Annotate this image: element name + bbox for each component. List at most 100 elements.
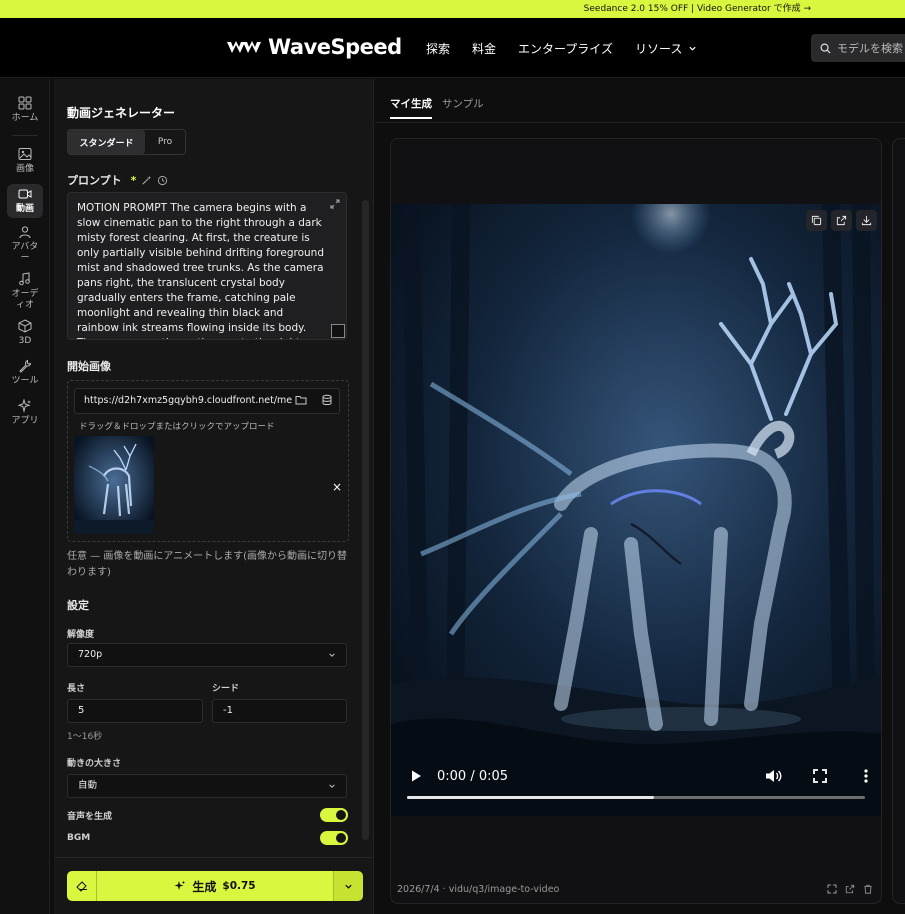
rail-item-home[interactable]: ホーム xyxy=(0,93,50,127)
video-frame xyxy=(391,204,881,816)
rail-image-label: 画像 xyxy=(15,164,34,174)
nav-enterprise[interactable]: エンタープライズ xyxy=(518,40,613,57)
length-input[interactable]: 5 xyxy=(67,699,203,723)
model-search-input[interactable]: モデルを検索 xyxy=(811,34,905,62)
tabs-divider xyxy=(375,122,905,123)
folder-icon[interactable] xyxy=(295,394,307,406)
generation-meta: 2026/7/4 · vidu/q3/image-to-video xyxy=(397,884,560,895)
generate-options-button[interactable] xyxy=(333,871,363,901)
chevron-down-icon xyxy=(329,653,335,657)
generate-price: $0.75 xyxy=(222,880,256,892)
motion-value: 自動 xyxy=(78,780,98,791)
url-field-actions xyxy=(295,394,333,406)
nav-pricing-label: 料金 xyxy=(472,42,497,56)
resize-handle[interactable] xyxy=(331,324,345,338)
volume-icon[interactable] xyxy=(765,768,783,784)
nav-pricing[interactable]: 料金 xyxy=(472,40,496,57)
rail-item-audio[interactable]: オーディオ xyxy=(0,269,50,314)
nav-resources-label: リソース xyxy=(634,42,683,56)
remove-image-button[interactable]: × xyxy=(332,480,342,494)
image-url-input[interactable]: https://d2h7xmz5gqybh9.cloudfront.net/me xyxy=(74,388,340,414)
download-icon xyxy=(861,215,872,226)
seed-value: -1 xyxy=(223,705,233,716)
nav-explore-label: 探索 xyxy=(426,42,451,56)
expand-icon[interactable] xyxy=(330,199,340,209)
expand-icon[interactable] xyxy=(827,884,837,894)
video-player[interactable]: 0:00 / 0:05 xyxy=(391,204,881,816)
generate-button[interactable]: 生成 $0.75 xyxy=(97,871,333,901)
chevron-down-icon xyxy=(689,46,696,51)
generate-controls: 生成 $0.75 xyxy=(67,871,363,901)
settings-label: 設定 xyxy=(67,599,89,612)
prompt-text: MOTION PROMPT The camera begins with a s… xyxy=(77,202,324,339)
prompt-textarea[interactable]: MOTION PROMPT The camera begins with a s… xyxy=(67,192,347,340)
panel-scrollbar[interactable] xyxy=(362,200,369,840)
rail-audio-label: オーディオ xyxy=(11,289,39,310)
clear-button[interactable] xyxy=(67,871,97,901)
more-options-icon[interactable] xyxy=(863,768,869,784)
rail-item-video[interactable]: 動画 xyxy=(0,184,50,218)
motion-label: 動きの大きさ xyxy=(67,759,122,769)
rail-apps-label: アプリ xyxy=(11,416,39,426)
magic-wand-icon[interactable] xyxy=(141,175,152,186)
mode-pro-button[interactable]: Pro xyxy=(145,130,185,154)
audio-toggle[interactable] xyxy=(320,808,348,822)
panel-divider xyxy=(54,857,374,858)
wrench-icon xyxy=(19,359,32,373)
card-actions xyxy=(827,884,873,894)
cube-icon xyxy=(18,319,32,333)
upload-hint: ドラッグ＆ドロップまたはクリックでアップロード xyxy=(79,422,275,432)
prompt-label-row: プロンプト * xyxy=(67,172,168,188)
image-dropzone[interactable]: https://d2h7xmz5gqybh9.cloudfront.net/me… xyxy=(67,380,349,542)
video-actions xyxy=(806,210,877,231)
rail-item-apps[interactable]: アプリ xyxy=(0,396,50,430)
video-progress-bar[interactable] xyxy=(407,796,865,799)
image-icon xyxy=(18,148,32,160)
external-link-icon xyxy=(836,215,847,226)
brand-logo[interactable]: WaveSpeed xyxy=(226,35,402,59)
rail-item-avatar[interactable]: アバター xyxy=(0,222,50,267)
mode-switch: スタンダード Pro xyxy=(67,129,186,155)
database-icon[interactable] xyxy=(321,394,333,406)
panel-title: 動画ジェネレーター xyxy=(67,106,176,120)
generation-card-next xyxy=(892,138,905,904)
rail-avatar-label: アバター xyxy=(11,242,39,263)
results-area: マイ生成 サンプル 0:00 / 0:05 2026/7/4 · vidu/q3… xyxy=(375,79,905,914)
rail-item-3d[interactable]: 3D xyxy=(0,316,50,350)
promo-banner-text[interactable]: Seedance 2.0 15% OFF | Video Generator で… xyxy=(584,4,811,14)
fullscreen-icon[interactable] xyxy=(813,769,827,783)
mode-standard-button[interactable]: スタンダード xyxy=(68,130,145,154)
tab-samples[interactable]: サンプル xyxy=(442,96,484,119)
bgm-toggle[interactable] xyxy=(320,831,348,845)
start-image-thumbnail xyxy=(74,436,154,534)
play-icon[interactable] xyxy=(409,769,423,783)
nav-resources[interactable]: リソース xyxy=(635,40,697,57)
image-url-value: https://d2h7xmz5gqybh9.cloudfront.net/me xyxy=(84,395,293,406)
resolution-select[interactable]: 720p xyxy=(67,643,347,667)
video-camera-icon xyxy=(18,189,32,199)
external-link-icon[interactable] xyxy=(845,884,855,894)
seed-input[interactable]: -1 xyxy=(212,699,347,723)
download-button[interactable] xyxy=(856,210,877,231)
tab-my-generations[interactable]: マイ生成 xyxy=(390,96,432,119)
motion-select[interactable]: 自動 xyxy=(67,774,347,798)
rail-item-image[interactable]: 画像 xyxy=(0,144,50,178)
video-time: 0:00 / 0:05 xyxy=(437,768,509,784)
video-controls-row: 0:00 / 0:05 xyxy=(409,768,869,784)
rail-item-tools[interactable]: ツール xyxy=(0,356,50,390)
nav-explore[interactable]: 探索 xyxy=(426,40,450,57)
eraser-icon xyxy=(75,881,87,892)
length-label: 長さ xyxy=(67,684,86,694)
audio-label: 音声を生成 xyxy=(67,812,113,822)
rail-3d-label: 3D xyxy=(18,336,32,346)
trash-icon[interactable] xyxy=(863,884,873,894)
brand-name: WaveSpeed xyxy=(268,35,402,59)
chevron-down-icon xyxy=(329,784,335,788)
open-external-button[interactable] xyxy=(831,210,852,231)
promo-banner[interactable]: Seedance 2.0 15% OFF | Video Generator で… xyxy=(0,0,905,18)
sparkles-icon xyxy=(174,881,186,890)
copy-button[interactable] xyxy=(806,210,827,231)
nav-enterprise-label: エンタープライズ xyxy=(518,42,613,56)
music-note-icon xyxy=(19,272,30,286)
history-icon[interactable] xyxy=(157,175,168,186)
